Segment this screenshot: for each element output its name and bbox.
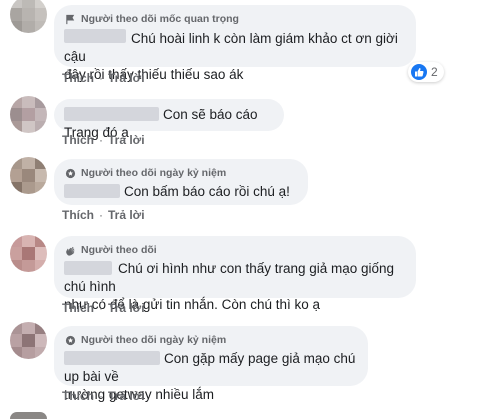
author-name-redacted[interactable] [64, 107, 159, 121]
like-button[interactable]: Thích [62, 389, 94, 403]
reply-button[interactable]: Trả lời [108, 389, 145, 403]
avatar[interactable] [10, 0, 47, 33]
comment-actions: Thích · Trả lời [62, 208, 145, 222]
comment-actions: Thích · Trả lời [62, 71, 145, 85]
comment-actions: Thích · Trả lời [62, 389, 145, 403]
reply-button[interactable]: Trả lời [108, 208, 145, 222]
comment-actions: Thích · Trả lời [62, 301, 145, 315]
follower-badge: Người theo dõi [64, 243, 404, 257]
follower-badge: Người theo dõi mốc quan trọng [64, 12, 404, 26]
comment-text: Con bấm báo cáo rồi chú ạ! [64, 183, 296, 201]
author-name-redacted[interactable] [64, 29, 126, 43]
avatar[interactable] [10, 412, 47, 419]
reply-button[interactable]: Trả lời [108, 301, 145, 315]
author-name-redacted[interactable] [64, 261, 112, 275]
wave-hand-icon [64, 244, 76, 256]
reply-button[interactable]: Trả lời [108, 133, 145, 147]
author-name-redacted[interactable] [64, 351, 160, 365]
avatar[interactable] [10, 157, 47, 194]
follower-badge: Người theo dõi ngày kỷ niệm [64, 333, 356, 347]
avatar[interactable] [10, 96, 47, 133]
comment-bubble: Người theo dõi Chú ơi hình như con thấy … [54, 236, 416, 312]
anniversary-icon [64, 167, 76, 179]
comment-bubble: Con sẽ báo cáo Trang đó ạ [54, 99, 284, 140]
like-icon [411, 64, 427, 80]
follower-badge: Người theo dõi ngày kỷ niệm [64, 166, 296, 180]
like-button[interactable]: Thích [62, 71, 94, 85]
author-name-redacted[interactable] [64, 184, 120, 198]
avatar[interactable] [10, 322, 47, 359]
comment-bubble: Người theo dõi mốc quan trọng Chú hoài l… [54, 5, 416, 82]
like-button[interactable]: Thích [62, 301, 94, 315]
comment-actions: Thích · Trả lời [62, 133, 145, 147]
comment-bubble: Người theo dõi ngày kỷ niệm Con bấm báo … [54, 159, 308, 205]
anniversary-icon [64, 334, 76, 346]
reaction-count[interactable]: 2 [408, 62, 444, 82]
like-button[interactable]: Thích [62, 208, 94, 222]
avatar[interactable] [10, 235, 47, 272]
reply-button[interactable]: Trả lời [108, 71, 145, 85]
like-button[interactable]: Thích [62, 133, 94, 147]
comment-bubble: Người theo dõi ngày kỷ niệm Con gặp mấy … [54, 326, 368, 402]
flag-icon [64, 13, 76, 25]
